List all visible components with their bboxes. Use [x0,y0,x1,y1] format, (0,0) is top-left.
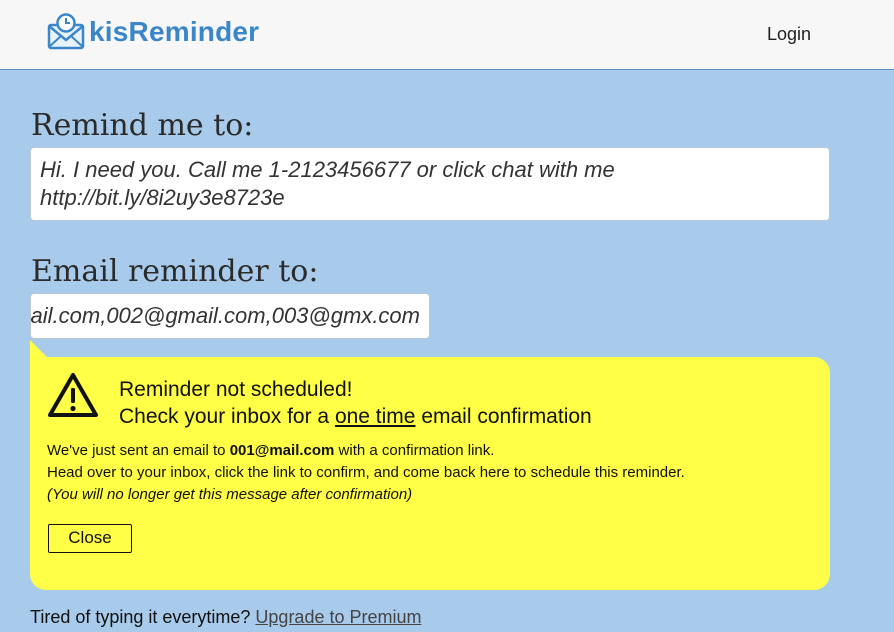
brand-name: kisReminder [89,16,260,47]
popup-title-text-end: email confirmation [415,405,592,428]
login-link[interactable]: Login [767,24,811,45]
footer-text: Tired of typing it everytime? [30,607,256,627]
upgrade-premium-link[interactable]: Upgrade to Premium [255,607,421,627]
warning-triangle-icon [48,373,98,417]
popup-title-line2: Check your inbox for a one time email co… [119,403,592,430]
brand-logo[interactable]: kisReminder [47,12,259,52]
envelope-clock-icon [47,13,85,50]
top-bar: kisReminder Login [0,0,894,70]
remind-label: Remind me to: [31,108,254,143]
popup-body-text: We've just sent an email to [47,442,230,459]
popup-body-line2: Head over to your inbox, click the link … [47,464,685,481]
remind-textarea[interactable]: Hi. I need you. Call me 1-2123456677 or … [30,147,830,221]
popup-body: We've just sent an email to 001@mail.com… [47,440,685,506]
popup-body-text-end: with a confirmation link. [334,442,495,459]
email-input-value: 001@mail.com,002@gmail.com,003@gmx.com [30,303,420,328]
popup-title: Reminder not scheduled! Check your inbox… [119,376,592,430]
popup-title-underlined: one time [334,405,416,428]
popup-body-line1: We've just sent an email to 001@mail.com… [47,440,685,462]
popup-title-text: Check your inbox for a [119,405,335,428]
footer-upsell: Tired of typing it everytime? Upgrade to… [30,607,422,628]
email-label: Email reminder to: [31,254,319,289]
email-input[interactable]: 001@mail.com,002@gmail.com,003@gmx.com [30,293,430,339]
confirmation-warning-popup: Reminder not scheduled! Check your inbox… [30,357,830,590]
recipient-email: 001@mail.com [229,442,335,459]
popup-note: (You will no longer get this message aft… [47,486,413,503]
popup-title-line1: Reminder not scheduled! [119,378,353,401]
close-button[interactable]: Close [48,524,132,553]
